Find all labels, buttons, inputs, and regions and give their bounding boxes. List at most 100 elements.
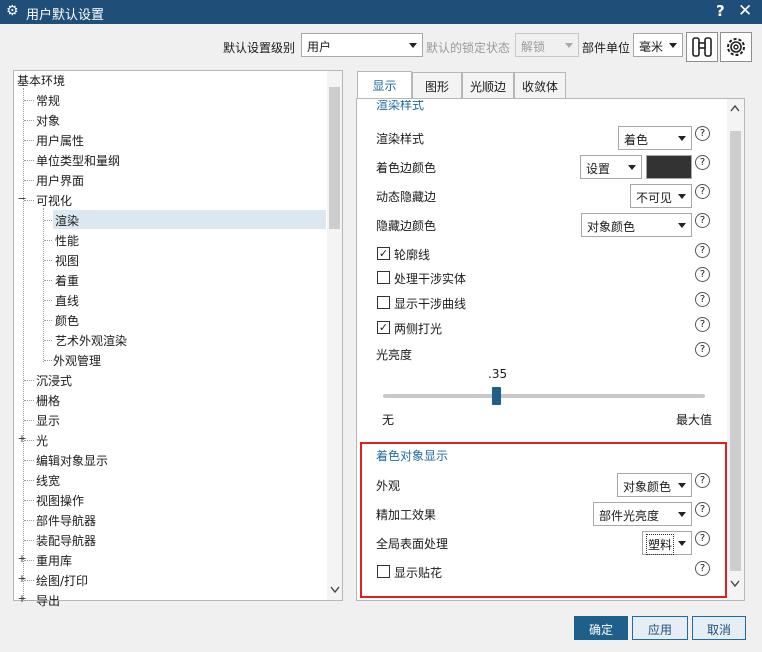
edge-color-dropdown[interactable]: 设置 (580, 155, 642, 179)
unit-value: 毫米 (639, 40, 664, 54)
tab-convergent[interactable]: 收敛体 (514, 72, 566, 98)
collapse-icon[interactable]: − (17, 192, 27, 205)
tree-subitem[interactable]: 视图 (55, 252, 79, 269)
scroll-down-icon[interactable] (730, 580, 740, 588)
tree-connector (24, 520, 34, 521)
help-icon[interactable]: ? (695, 243, 710, 258)
settings-scroll-thumb[interactable] (730, 131, 741, 571)
hidden-edge-color-dropdown[interactable]: 对象颜色 (581, 213, 692, 237)
finish-dropdown[interactable]: 部件光亮度 (593, 502, 692, 526)
tree-item[interactable]: 导出 (36, 592, 60, 609)
brightness-slider[interactable]: .35 (383, 366, 705, 410)
unit-dropdown[interactable]: 毫米 (633, 33, 683, 57)
gear-icon (727, 38, 745, 56)
tree-connector (24, 500, 34, 501)
brightness-label: 光亮度 (376, 348, 413, 362)
help-icon[interactable]: ? (695, 502, 710, 517)
global-finish-dropdown[interactable]: 塑料 (642, 531, 692, 555)
tree-subitem[interactable]: 外观管理 (53, 352, 101, 369)
tree-item[interactable]: 装配导航器 (36, 532, 96, 549)
settings-scrollbar[interactable] (727, 99, 744, 600)
global-finish-label: 全局表面处理 (376, 537, 449, 551)
tree-item[interactable]: 单位类型和量纲 (36, 152, 120, 169)
slider-thumb[interactable] (492, 387, 501, 405)
tree-item[interactable]: 栅格 (36, 392, 60, 409)
interference-curve-checkbox[interactable] (377, 296, 390, 309)
tree-subitem[interactable]: 着重 (55, 272, 79, 289)
tree-connector (23, 88, 24, 600)
decal-checkbox[interactable] (377, 565, 390, 578)
tree-item[interactable]: 光 (36, 432, 48, 449)
tree-item[interactable]: 重用库 (36, 552, 72, 569)
tree-subitem[interactable]: 性能 (55, 232, 79, 249)
render-style-dropdown[interactable]: 着色 (618, 126, 692, 150)
expand-icon[interactable]: + (17, 552, 27, 565)
help-icon[interactable]: ? (695, 292, 710, 307)
lock-label: 默认的锁定状态 (426, 41, 511, 55)
lock-dropdown: 解锁 (515, 33, 579, 57)
hidden-edge-label: 动态隐藏边 (376, 190, 437, 204)
level-dropdown[interactable]: 用户 (301, 33, 423, 57)
tree-item[interactable]: 视图操作 (36, 492, 84, 509)
expand-icon[interactable]: + (17, 572, 27, 585)
chevron-down-icon (678, 136, 686, 141)
help-icon[interactable]: ? (695, 155, 710, 170)
expand-icon[interactable]: + (17, 432, 27, 445)
tree-connector (44, 320, 52, 321)
tree-root[interactable]: 基本环境 (17, 72, 65, 89)
tree-item[interactable]: 部件导航器 (36, 512, 96, 529)
help-icon[interactable]: ? (716, 2, 725, 20)
tree-item[interactable]: 绘图/打印 (36, 572, 88, 589)
help-icon[interactable]: ? (695, 213, 710, 228)
tab-display[interactable]: 显示 (357, 71, 412, 99)
tree-item[interactable]: 显示 (36, 412, 60, 429)
help-icon[interactable]: ? (695, 561, 710, 576)
tree-item[interactable]: 编辑对象显示 (36, 452, 108, 469)
ok-button[interactable]: 确定 (574, 616, 628, 640)
global-finish-value: 塑料 (645, 534, 675, 555)
tree-subitem[interactable]: 直线 (55, 292, 79, 309)
tree-item[interactable]: 用户属性 (36, 132, 84, 149)
tree-subitem[interactable]: 艺术外观渲染 (55, 332, 127, 349)
help-icon[interactable]: ? (695, 267, 710, 282)
tree-item[interactable]: 对象 (36, 112, 60, 129)
interference-solid-checkbox[interactable] (377, 271, 390, 284)
help-icon[interactable]: ? (695, 317, 710, 332)
binoculars-button[interactable] (686, 32, 718, 62)
close-icon[interactable]: ✕ (738, 1, 752, 21)
expand-icon[interactable]: + (17, 592, 27, 605)
two-sided-checkbox[interactable]: ✓ (377, 321, 390, 334)
tree-subitem[interactable]: 渲染 (53, 210, 326, 229)
tree-connector (24, 160, 34, 161)
appearance-dropdown[interactable]: 对象颜色 (617, 473, 692, 497)
tree-item[interactable]: 可视化 (36, 192, 72, 209)
tree-item[interactable]: 常规 (36, 92, 60, 109)
tree-item[interactable]: 线宽 (36, 472, 60, 489)
binoculars-icon (692, 37, 712, 57)
edge-color-swatch[interactable] (646, 155, 692, 179)
tree-item[interactable]: 用户界面 (36, 172, 84, 189)
scroll-up-icon[interactable] (730, 104, 740, 112)
hidden-edge-dropdown[interactable]: 不可见 (630, 184, 692, 208)
tree-subitem[interactable]: 颜色 (55, 312, 79, 329)
tree-scrollbar[interactable] (327, 71, 342, 600)
slider-track[interactable] (383, 394, 705, 398)
tree-connector (24, 180, 34, 181)
settings-button[interactable] (720, 32, 752, 62)
tree-item[interactable]: 沉浸式 (36, 372, 72, 389)
tree-connector (24, 400, 34, 401)
help-icon[interactable]: ? (695, 531, 710, 546)
scroll-down-icon[interactable] (330, 586, 340, 594)
apply-button[interactable]: 应用 (632, 616, 688, 640)
help-icon[interactable]: ? (695, 184, 710, 199)
silhouette-checkbox[interactable]: ✓ (377, 247, 390, 260)
cancel-button[interactable]: 取消 (692, 616, 746, 640)
shaded-section-title: 着色对象显示 (376, 449, 449, 463)
help-icon[interactable]: ? (695, 342, 710, 357)
help-icon[interactable]: ? (695, 473, 710, 488)
slider-min-label: 无 (382, 413, 395, 427)
help-icon[interactable]: ? (695, 126, 710, 141)
tree-scroll-thumb[interactable] (329, 87, 340, 229)
tab-graphics[interactable]: 图形 (412, 72, 462, 98)
tab-smooth-edges[interactable]: 光顺边 (462, 72, 514, 98)
